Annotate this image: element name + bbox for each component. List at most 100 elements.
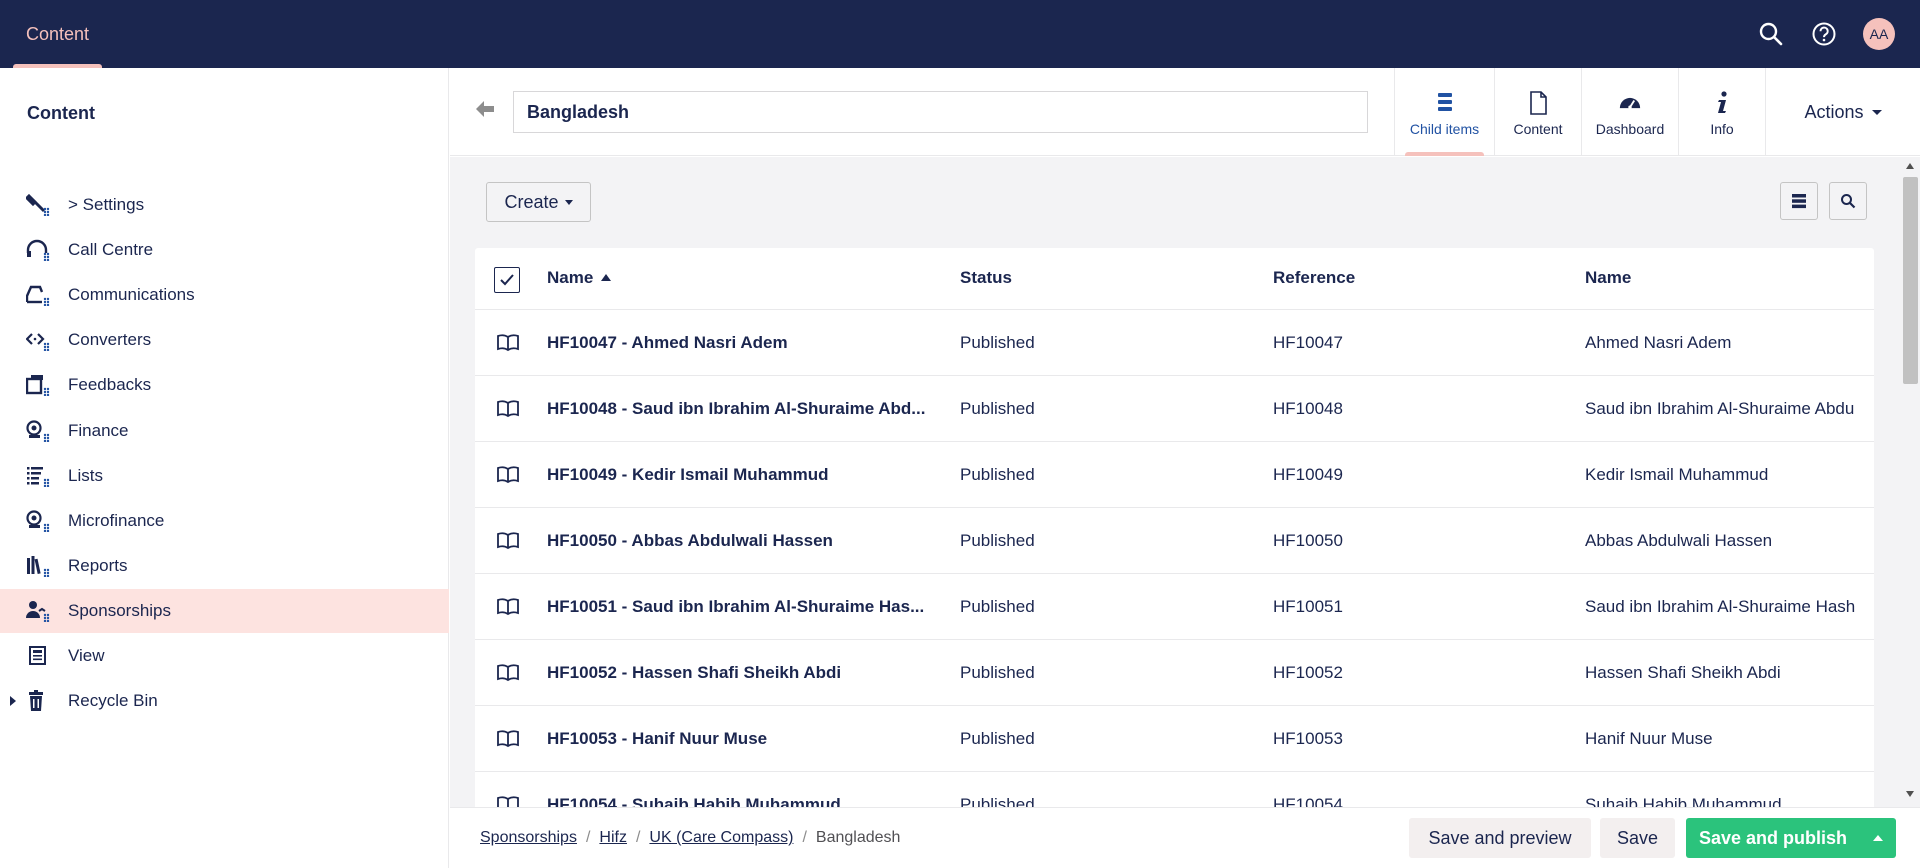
editor-header: Child items Content Dashboard Info Actio… — [450, 68, 1920, 156]
tab-info[interactable]: Info — [1678, 68, 1765, 156]
newspaper-icon — [29, 646, 46, 665]
sidebar-item-label: Lists — [68, 466, 103, 485]
book-icon — [497, 400, 519, 418]
book-icon — [497, 664, 519, 682]
scrollbar-thumb[interactable] — [1903, 177, 1918, 384]
sidebar-item-label: Feedbacks — [68, 375, 152, 394]
sidebar-item-label: Recycle Bin — [68, 691, 158, 710]
row-reference: HF10053 — [1273, 729, 1343, 748]
breadcrumb: Sponsorships / Hifz / UK (Care Compass) … — [480, 829, 900, 847]
column-header-name[interactable]: Name — [547, 268, 612, 288]
row-full-name: Saud ibn Ibrahim Al-Shuraime Hash — [1585, 597, 1856, 616]
publish-options-button[interactable] — [1860, 818, 1896, 858]
sidebar-item-recycle-bin[interactable]: Recycle Bin — [0, 679, 449, 723]
sidebar-item-label: Sponsorships — [68, 601, 172, 620]
row-name-link[interactable]: HF10047 - Ahmed Nasri Adem — [547, 333, 927, 353]
row-reference: HF10054 — [1273, 795, 1343, 807]
table-row[interactable]: HF10052 - Hassen Shafi Sheikh Abdi Publis… — [475, 640, 1874, 706]
scrollbar[interactable] — [1900, 157, 1920, 807]
row-reference: HF10049 — [1273, 465, 1343, 484]
top-bar: Content AA — [0, 0, 1920, 68]
sidebar: Content > Settings Call Centre Communica… — [0, 68, 449, 868]
table-row[interactable]: HF10048 - Saud ibn Ibrahim Al-Shuraime A… — [475, 376, 1874, 442]
sidebar-item-feedbacks[interactable]: Feedbacks — [0, 363, 449, 407]
table-row[interactable]: HF10047 - Ahmed Nasri Adem Published HF100… — [475, 310, 1874, 376]
sidebar-item-microfinance[interactable]: Microfinance — [0, 499, 449, 543]
sidebar-item-finance[interactable]: Finance — [0, 409, 449, 453]
sidebar-item-converters[interactable]: Converters — [0, 318, 449, 362]
breadcrumb-link-sponsorships[interactable]: Sponsorships — [480, 829, 577, 847]
sidebar-item-sponsorships[interactable]: Sponsorships — [0, 589, 449, 633]
sidebar-item-label: View — [68, 646, 105, 665]
scroll-up-icon[interactable] — [1906, 163, 1914, 169]
dashboard-icon — [1619, 97, 1641, 109]
row-full-name: Abbas Abdulwali Hassen — [1585, 531, 1773, 550]
list-layout-button[interactable] — [1780, 182, 1818, 220]
table-row[interactable]: HF10051 - Saud ibn Ibrahim Al-Shuraime H… — [475, 574, 1874, 640]
sidebar-item-lists[interactable]: Lists — [0, 454, 449, 498]
row-status: Published — [960, 729, 1035, 748]
row-full-name: Saud ibn Ibrahim Al-Shuraime Abdu — [1585, 399, 1855, 418]
sidebar-item-label: Communications — [68, 285, 195, 304]
node-name-input[interactable] — [513, 91, 1368, 133]
list-icon — [1792, 194, 1806, 209]
table-row[interactable]: HF10053 - Hanif Nuur Muse Published HF1005… — [475, 706, 1874, 772]
inbox-icon — [26, 285, 50, 306]
book-icon — [497, 466, 519, 484]
expand-caret-icon[interactable] — [10, 696, 16, 706]
table-row[interactable]: HF10050 - Abbas Abdulwali Hassen Publishe… — [475, 508, 1874, 574]
row-name-link[interactable]: HF10053 - Hanif Nuur Muse — [547, 729, 927, 749]
section-tab-content[interactable]: Content — [13, 0, 102, 68]
select-all-checkbox[interactable] — [494, 267, 520, 293]
row-status: Published — [960, 399, 1035, 418]
row-full-name: Ahmed Nasri Adem — [1585, 333, 1732, 352]
search-icon[interactable] — [1755, 18, 1787, 50]
row-name-link[interactable]: HF10051 - Saud ibn Ibrahim Al-Shuraime H… — [547, 597, 927, 617]
row-name-link[interactable]: HF10050 - Abbas Abdulwali Hassen — [547, 531, 927, 551]
table-row[interactable]: HF10049 - Kedir Ismail Muhammud Published… — [475, 442, 1874, 508]
row-name-link[interactable]: HF10049 - Kedir Ismail Muhammud — [547, 465, 927, 485]
book-icon — [497, 730, 519, 748]
save-and-publish-button[interactable]: Save and publish — [1686, 818, 1860, 858]
search-button[interactable] — [1829, 182, 1867, 220]
breadcrumb-link-uk-care-compass[interactable]: UK (Care Compass) — [649, 829, 793, 847]
sidebar-item-settings[interactable]: > Settings — [0, 183, 449, 227]
tab-label: Child items — [1409, 121, 1480, 137]
row-reference: HF10052 — [1273, 663, 1343, 682]
document-icon — [1530, 91, 1547, 115]
row-full-name: Kedir Ismail Muhammud — [1585, 465, 1769, 484]
save-and-preview-button[interactable]: Save and preview — [1409, 818, 1591, 858]
column-header-status[interactable]: Status — [960, 268, 1012, 288]
row-status: Published — [960, 597, 1035, 616]
user-avatar[interactable]: AA — [1863, 18, 1895, 50]
sidebar-item-view[interactable]: View — [0, 634, 449, 678]
row-reference: HF10047 — [1273, 333, 1343, 352]
row-name-link[interactable]: HF10052 - Hassen Shafi Sheikh Abdi — [547, 663, 927, 683]
create-button[interactable]: Create — [486, 182, 591, 222]
coins-icon — [26, 420, 50, 442]
back-arrow-icon[interactable] — [474, 98, 496, 120]
breadcrumb-separator: / — [585, 829, 591, 846]
tab-child-items[interactable]: Child items — [1394, 68, 1494, 156]
list-view: Create Name Status Reference Name HF1004… — [450, 157, 1900, 807]
row-name-link[interactable]: HF10054 - Suhaib Habib Muhammud — [547, 795, 927, 807]
sidebar-item-call-centre[interactable]: Call Centre — [0, 228, 449, 272]
breadcrumb-link-hifz[interactable]: Hifz — [599, 829, 627, 847]
chevron-up-icon — [1873, 835, 1883, 841]
sidebar-item-communications[interactable]: Communications — [0, 273, 449, 317]
books-icon — [27, 556, 50, 577]
check-icon — [500, 274, 514, 286]
row-name-link[interactable]: HF10048 - Saud ibn Ibrahim Al-Shuraime A… — [547, 399, 927, 419]
column-header-full-name[interactable]: Name — [1585, 268, 1631, 288]
column-header-reference[interactable]: Reference — [1273, 268, 1355, 288]
tab-dashboard[interactable]: Dashboard — [1581, 68, 1678, 156]
tab-content[interactable]: Content — [1494, 68, 1581, 156]
table-row[interactable]: HF10054 - Suhaib Habib Muhammud Published… — [475, 772, 1874, 807]
scroll-down-icon[interactable] — [1906, 791, 1914, 797]
actions-dropdown[interactable]: Actions — [1765, 68, 1920, 156]
row-full-name: Suhaib Habib Muhammud — [1585, 795, 1782, 807]
list-icon — [1437, 93, 1452, 111]
help-icon[interactable] — [1808, 18, 1840, 50]
save-button[interactable]: Save — [1600, 818, 1675, 858]
sidebar-item-reports[interactable]: Reports — [0, 544, 449, 588]
